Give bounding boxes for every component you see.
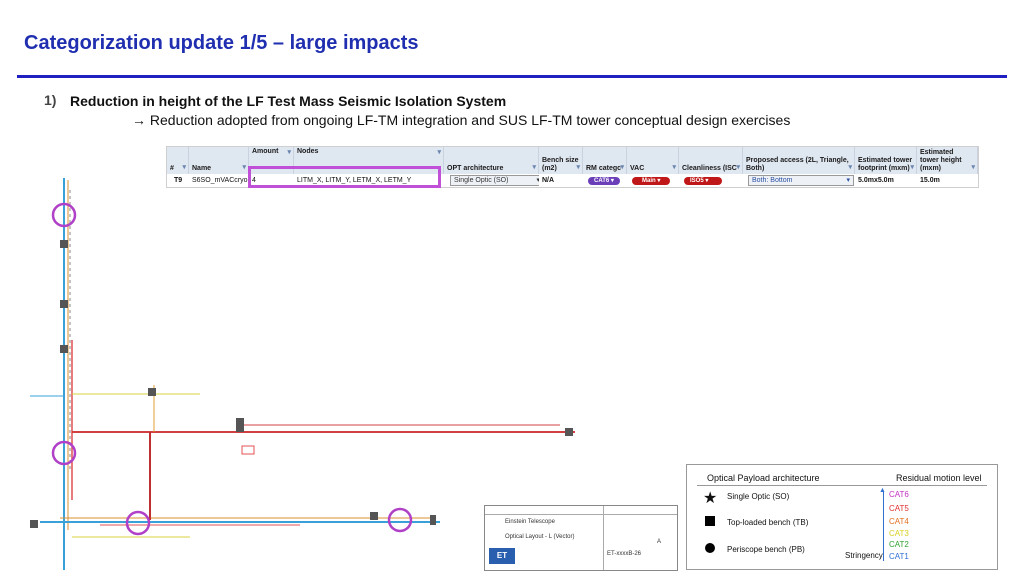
cell-access[interactable]: Both: Bottom ▾ <box>745 175 855 186</box>
header-height[interactable]: Estimated tower height (mxm) ▾ <box>917 147 978 174</box>
cat6-label: CAT6 <box>889 490 909 499</box>
legend-item-pb: Periscope bench (PB) <box>727 545 805 554</box>
cat5-label: CAT5 <box>889 504 909 513</box>
cell-clean[interactable]: ISO5 ▾ <box>681 175 743 186</box>
filter-icon[interactable]: ▾ <box>437 149 441 157</box>
title-divider <box>17 75 1007 78</box>
et-logo: ET <box>489 548 515 564</box>
title-block-number: ET-xxxxB-26 <box>607 551 642 557</box>
legend-item-so: Single Optic (SO) <box>727 492 790 501</box>
filter-icon[interactable]: ▾ <box>287 149 291 157</box>
arrow-up-icon: ▲ <box>879 487 886 494</box>
title-block-project: Einstein Telescope <box>505 519 555 525</box>
filter-icon[interactable]: ▾ <box>736 164 740 172</box>
header-footprint[interactable]: Estimated tower footprint (mxm) ▾ <box>855 147 917 174</box>
cat4-label: CAT4 <box>889 517 909 526</box>
filter-icon[interactable]: ▾ <box>971 164 975 172</box>
access-dropdown[interactable]: Both: Bottom ▾ <box>748 175 854 186</box>
chevron-down-icon: ▾ <box>846 177 850 184</box>
cat3-label: CAT3 <box>889 529 909 538</box>
item-subtext: → Reduction adopted from ongoing LF-TM i… <box>132 112 791 128</box>
drawing-title-block: Einstein Telescope Optical Layout - L (V… <box>484 505 678 571</box>
cat2-label: CAT2 <box>889 540 909 549</box>
legend-item-tb: Top-loaded bench (TB) <box>727 518 809 527</box>
star-icon: ★ <box>703 490 718 507</box>
filter-icon[interactable]: ▾ <box>910 164 914 172</box>
cell-footprint[interactable]: 5.0mx5.0m <box>855 175 917 186</box>
legend-header-left: Optical Payload architecture <box>707 473 820 483</box>
item-heading: Reduction in height of the LF Test Mass … <box>70 93 507 109</box>
square-icon <box>705 516 715 526</box>
stringency-arrow <box>883 491 884 561</box>
title-block-rev: A <box>657 539 662 545</box>
header-access[interactable]: Proposed access (2L, Triangle, Both) ▾ <box>743 147 855 174</box>
stringency-label: Stringency <box>845 551 883 560</box>
legend-box: Optical Payload architecture Residual mo… <box>686 464 998 570</box>
filter-icon[interactable]: ▾ <box>848 164 852 172</box>
legend-header-right: Residual motion level <box>896 473 982 483</box>
circle-icon <box>705 543 715 553</box>
slide-title: Categorization update 1/5 – large impact… <box>24 32 419 54</box>
cell-height[interactable]: 15.0m <box>917 175 978 186</box>
title-block-drawing: Optical Layout - L (Vector) <box>505 534 575 540</box>
cat1-label: CAT1 <box>889 552 909 561</box>
item-number: 1) <box>44 92 57 108</box>
